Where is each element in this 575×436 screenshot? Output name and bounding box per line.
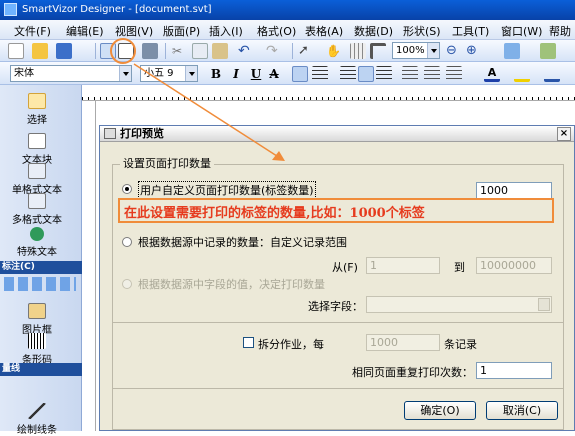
annotation-text: 在此设置需要打印的标签的数量,比如：1000个标签 (124, 206, 425, 221)
arrow-line (133, 63, 281, 159)
arrow-head (272, 151, 285, 161)
